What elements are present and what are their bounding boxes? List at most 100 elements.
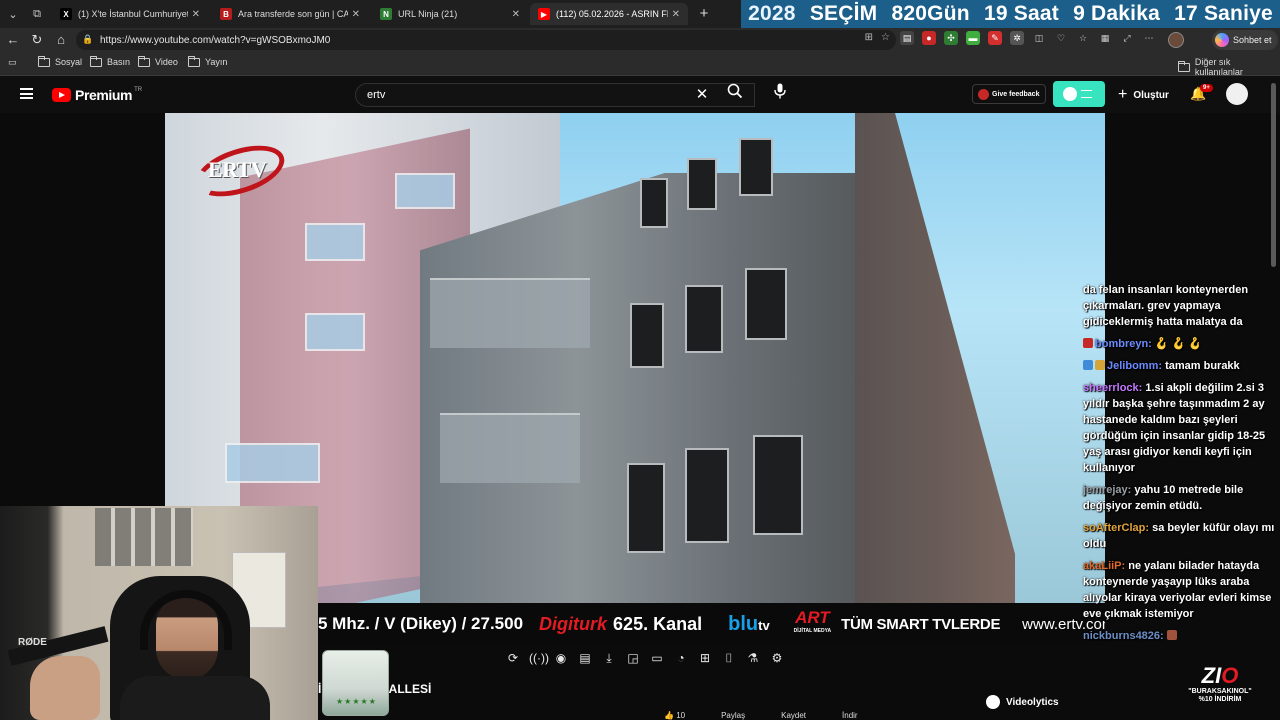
close-tab-icon[interactable]: ✕ (192, 9, 200, 20)
favorite-star-icon[interactable]: ☆ (881, 32, 890, 43)
close-tab-icon[interactable]: ✕ (352, 9, 360, 20)
screenshot-icon[interactable]: ⤢ (1120, 31, 1134, 45)
ticker-channel: 625. Kanal (613, 613, 703, 634)
split-screen-icon[interactable]: ◫ (1032, 31, 1046, 45)
voice-search-mic-icon[interactable] (770, 83, 790, 107)
building-window (739, 138, 773, 196)
create-button[interactable]: + Oluştur (1118, 86, 1169, 104)
back-icon[interactable]: ← (3, 30, 23, 50)
browser-tab-x[interactable]: X (1) X'te İstanbul Cumhuriyet Başsa ✕ (52, 3, 208, 25)
bookmark-folder-yayin[interactable]: Yayın (188, 55, 227, 67)
user-badge-icon (1095, 360, 1105, 370)
profile-avatar[interactable] (1168, 32, 1184, 48)
building-window (745, 268, 787, 340)
close-tab-icon[interactable]: ✕ (672, 9, 680, 20)
extension-toggle-icon[interactable]: ▬ (966, 31, 980, 45)
browser-tab-youtube[interactable]: ▶ (112) 05.02.2026 - ASRIN FELAKET ✕ (530, 3, 688, 25)
app-available-icon[interactable]: ⊞ (865, 32, 873, 43)
notification-badge: 9+ (1200, 84, 1213, 92)
create-label: Oluştur (1133, 89, 1169, 101)
player-controls: ⟳ ((·)) ◉ ▤ ⤓ ◲ ▭ ◔ ⊞ ⌷ ⚗ ⚙ (505, 650, 785, 666)
streamer-shirt (120, 676, 270, 720)
search-icon[interactable] (723, 83, 747, 107)
plus-icon: + (1118, 86, 1128, 103)
building-side-wall (855, 113, 1015, 603)
emote-icon (1166, 630, 1177, 640)
browser-essentials-icon[interactable]: ♡ (1054, 31, 1068, 45)
download-video-icon[interactable]: ⤓ (601, 650, 617, 666)
home-icon[interactable]: ⌂ (51, 30, 71, 50)
extension-pen-icon[interactable]: ✎ (988, 31, 1002, 45)
chat-username: sheerrlock: (1083, 382, 1143, 394)
like-button[interactable]: 👍 10 (664, 711, 685, 720)
share-button[interactable]: Paylaş (721, 711, 745, 720)
extension-toggle-button[interactable] (1053, 81, 1105, 107)
visibility-icon[interactable]: ◉ (553, 650, 569, 666)
menu-icon[interactable] (20, 88, 33, 99)
youtube-logo[interactable]: Premium TR (52, 87, 142, 103)
screen-mode-icon[interactable]: ▭ (649, 650, 665, 666)
reading-list-icon[interactable]: ▭ (8, 57, 17, 68)
channel-logo: ERTV (189, 135, 291, 207)
audio-broadcast-icon[interactable]: ((·)) (529, 650, 549, 666)
screenshot-camera-icon[interactable]: ⌷ (721, 650, 737, 666)
bookmark-folder-basin[interactable]: Basın (90, 55, 130, 67)
experiment-flask-icon[interactable]: ⚗ (745, 650, 761, 666)
extension-icon[interactable]: ▤ (900, 31, 914, 45)
picture-in-picture-icon[interactable]: ◲ (625, 650, 641, 666)
add-clip-icon[interactable]: ⊞ (697, 650, 713, 666)
download-button[interactable]: İndir (842, 711, 858, 720)
videolytics-button[interactable]: Videolytics (986, 695, 1059, 709)
building-window (687, 158, 717, 210)
browser-tab-transfer[interactable]: B Ara transferde son gün | CANLI BL ✕ (212, 3, 368, 25)
give-feedback-button[interactable]: Give feedback (972, 84, 1046, 104)
streamer-hand (30, 656, 100, 720)
art-media-logo: ART DİJİTAL MEDYA (793, 608, 832, 634)
reload-icon[interactable]: ↻ (27, 30, 47, 50)
bookmark-folder-video[interactable]: Video (138, 55, 178, 67)
chat-username: bombreyn: (1095, 338, 1152, 350)
tab-list-dropdown-icon[interactable]: ⌄ (3, 4, 23, 24)
copilot-chat-button[interactable]: Sohbet et (1212, 30, 1278, 50)
url-text: https://www.youtube.com/watch?v=gWSOBxmo… (100, 34, 331, 46)
speed-gauge-icon[interactable]: ◔ (673, 650, 689, 666)
sponsor-promo: ZIO "BURAKSAKINOL" %10 İNDİRİM (1180, 664, 1260, 714)
building-window (753, 435, 803, 535)
more-menu-icon[interactable]: ⋯ (1142, 31, 1156, 45)
browser-tab-bar: ⌄ ⧉ X (1) X'te İstanbul Cumhuriyet Başsa… (0, 0, 1280, 28)
bookmark-folder-sosyal[interactable]: Sosyal (38, 55, 82, 67)
extension-green-icon[interactable]: ✣ (944, 31, 958, 45)
chat-message: akaLiiP: ne yalanı bilader hatayda konte… (1083, 558, 1275, 622)
extension-red-icon[interactable]: ● (922, 31, 936, 45)
favorites-icon[interactable]: ☆ (1076, 31, 1090, 45)
cup-label: ★★★★★ (336, 697, 377, 706)
account-avatar[interactable] (1226, 83, 1248, 105)
chat-message: Jelibomm: tamam burakk (1083, 358, 1275, 374)
chat-text: 🪝 🪝 🪝 (1154, 338, 1203, 350)
loop-icon[interactable]: ⟳ (505, 650, 521, 666)
settings-gear-icon[interactable]: ⚙ (769, 650, 785, 666)
tab-label: Ara transferde son gün | CANLI BL (238, 9, 348, 19)
save-button[interactable]: Kaydet (781, 711, 806, 720)
clear-search-icon[interactable]: ✕ (694, 83, 710, 107)
film-strip-icon[interactable]: ▤ (577, 650, 593, 666)
chat-username: nickburns4826: (1083, 630, 1164, 642)
building-window (640, 178, 668, 228)
ninja-favicon-icon: N (380, 8, 392, 20)
chat-button-label: Sohbet et (1233, 35, 1272, 45)
collections-icon[interactable]: ▦ (1098, 31, 1112, 45)
close-tab-icon[interactable]: ✕ (512, 9, 520, 20)
extensions-puzzle-icon[interactable]: ✲ (1010, 31, 1024, 45)
browser-tab-url-ninja[interactable]: N URL Ninja (21) ✕ (372, 3, 528, 25)
youtube-favicon-icon: ▶ (538, 8, 550, 20)
new-tab-button[interactable]: + (694, 4, 714, 24)
workspaces-icon[interactable]: ⧉ (27, 4, 47, 24)
countdown-seconds: 17 Saniye (1174, 2, 1273, 25)
other-bookmarks-folder[interactable]: Diğer sık kullanılanlar (1178, 57, 1280, 77)
ticker-smart-tv: TÜM SMART TVLERDE (841, 615, 1001, 633)
toggle-lines-icon (1081, 90, 1092, 98)
page-scrollbar[interactable] (1271, 83, 1276, 267)
folder-icon (188, 55, 200, 67)
address-bar[interactable]: 🔒 https://www.youtube.com/watch?v=gWSOBx… (76, 30, 896, 50)
site-info-icon[interactable]: 🔒 (82, 34, 94, 46)
